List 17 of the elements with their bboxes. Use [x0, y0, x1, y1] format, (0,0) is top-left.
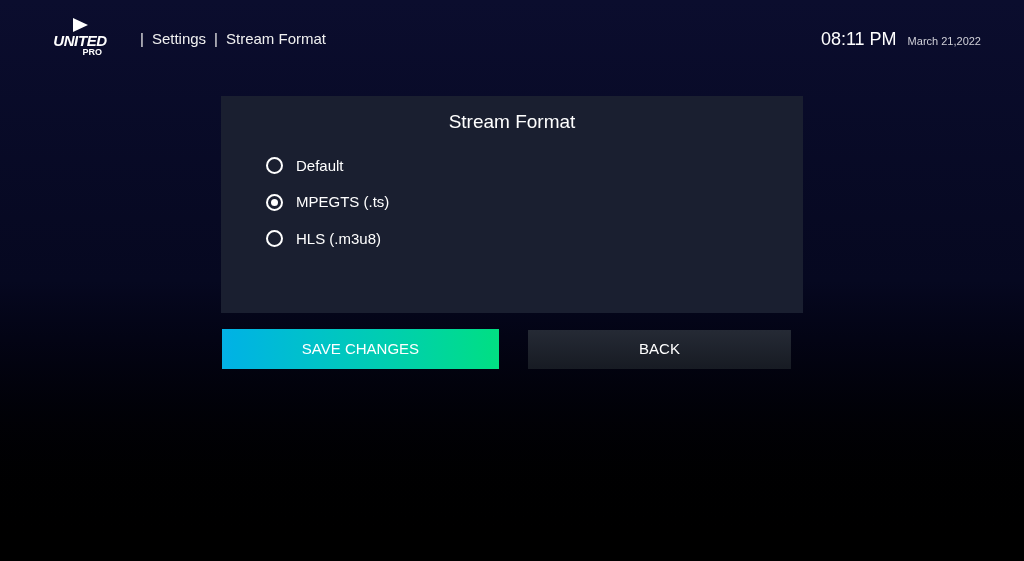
- option-label: Default: [296, 155, 344, 176]
- breadcrumb-item[interactable]: Settings: [151, 27, 207, 51]
- radio-button[interactable]: [266, 157, 283, 175]
- breadcrumb-separator: |: [214, 28, 218, 49]
- option-label: MPEGTS (.ts): [296, 192, 390, 212]
- radio-button[interactable]: [266, 193, 283, 211]
- play-icon: [71, 17, 89, 33]
- panel-title: Stream Format: [448, 110, 576, 134]
- logo-title: UNITED: [53, 33, 107, 48]
- back-button[interactable]: BACK: [528, 329, 791, 369]
- logo-subtitle: PRO: [82, 48, 102, 57]
- radio-button[interactable]: [266, 230, 283, 248]
- breadcrumb-item[interactable]: Stream Format: [226, 27, 327, 51]
- option-label: HLS (.m3u8): [296, 228, 382, 249]
- clock-time: 08:11 PM: [820, 27, 897, 51]
- clock-date: March 21,2022: [907, 33, 981, 49]
- breadcrumb-separator: |: [140, 28, 144, 49]
